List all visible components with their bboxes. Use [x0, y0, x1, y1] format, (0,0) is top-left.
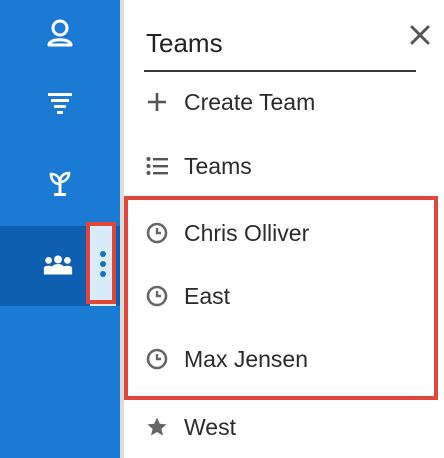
- nav-item-opportunities[interactable]: [0, 150, 120, 216]
- menu-item-label: West: [184, 413, 236, 440]
- highlight-box-recent-items: [124, 196, 438, 400]
- sprout-icon: [44, 167, 76, 199]
- plus-icon: [146, 91, 168, 113]
- nav-item-leads[interactable]: [0, 70, 120, 136]
- funnel-icon: [44, 87, 76, 119]
- close-icon: [410, 19, 430, 52]
- panel-header: Teams: [144, 18, 416, 72]
- menu-item-create-team[interactable]: Create Team: [124, 72, 444, 132]
- close-button[interactable]: [410, 24, 430, 48]
- menu-item-label: Create Team: [184, 88, 316, 115]
- nav-item-contacts[interactable]: [0, 0, 120, 66]
- menu-item-view-teams[interactable]: Teams: [124, 136, 444, 196]
- star-icon: [146, 416, 168, 438]
- highlight-box-more-button: [86, 222, 116, 304]
- list-icon: [146, 155, 168, 177]
- menu-item-label: Teams: [184, 152, 252, 179]
- teams-icon: [42, 250, 74, 282]
- contacts-icon: [44, 17, 76, 49]
- panel-title: Teams: [146, 28, 223, 58]
- favorite-item-west[interactable]: West: [124, 397, 444, 457]
